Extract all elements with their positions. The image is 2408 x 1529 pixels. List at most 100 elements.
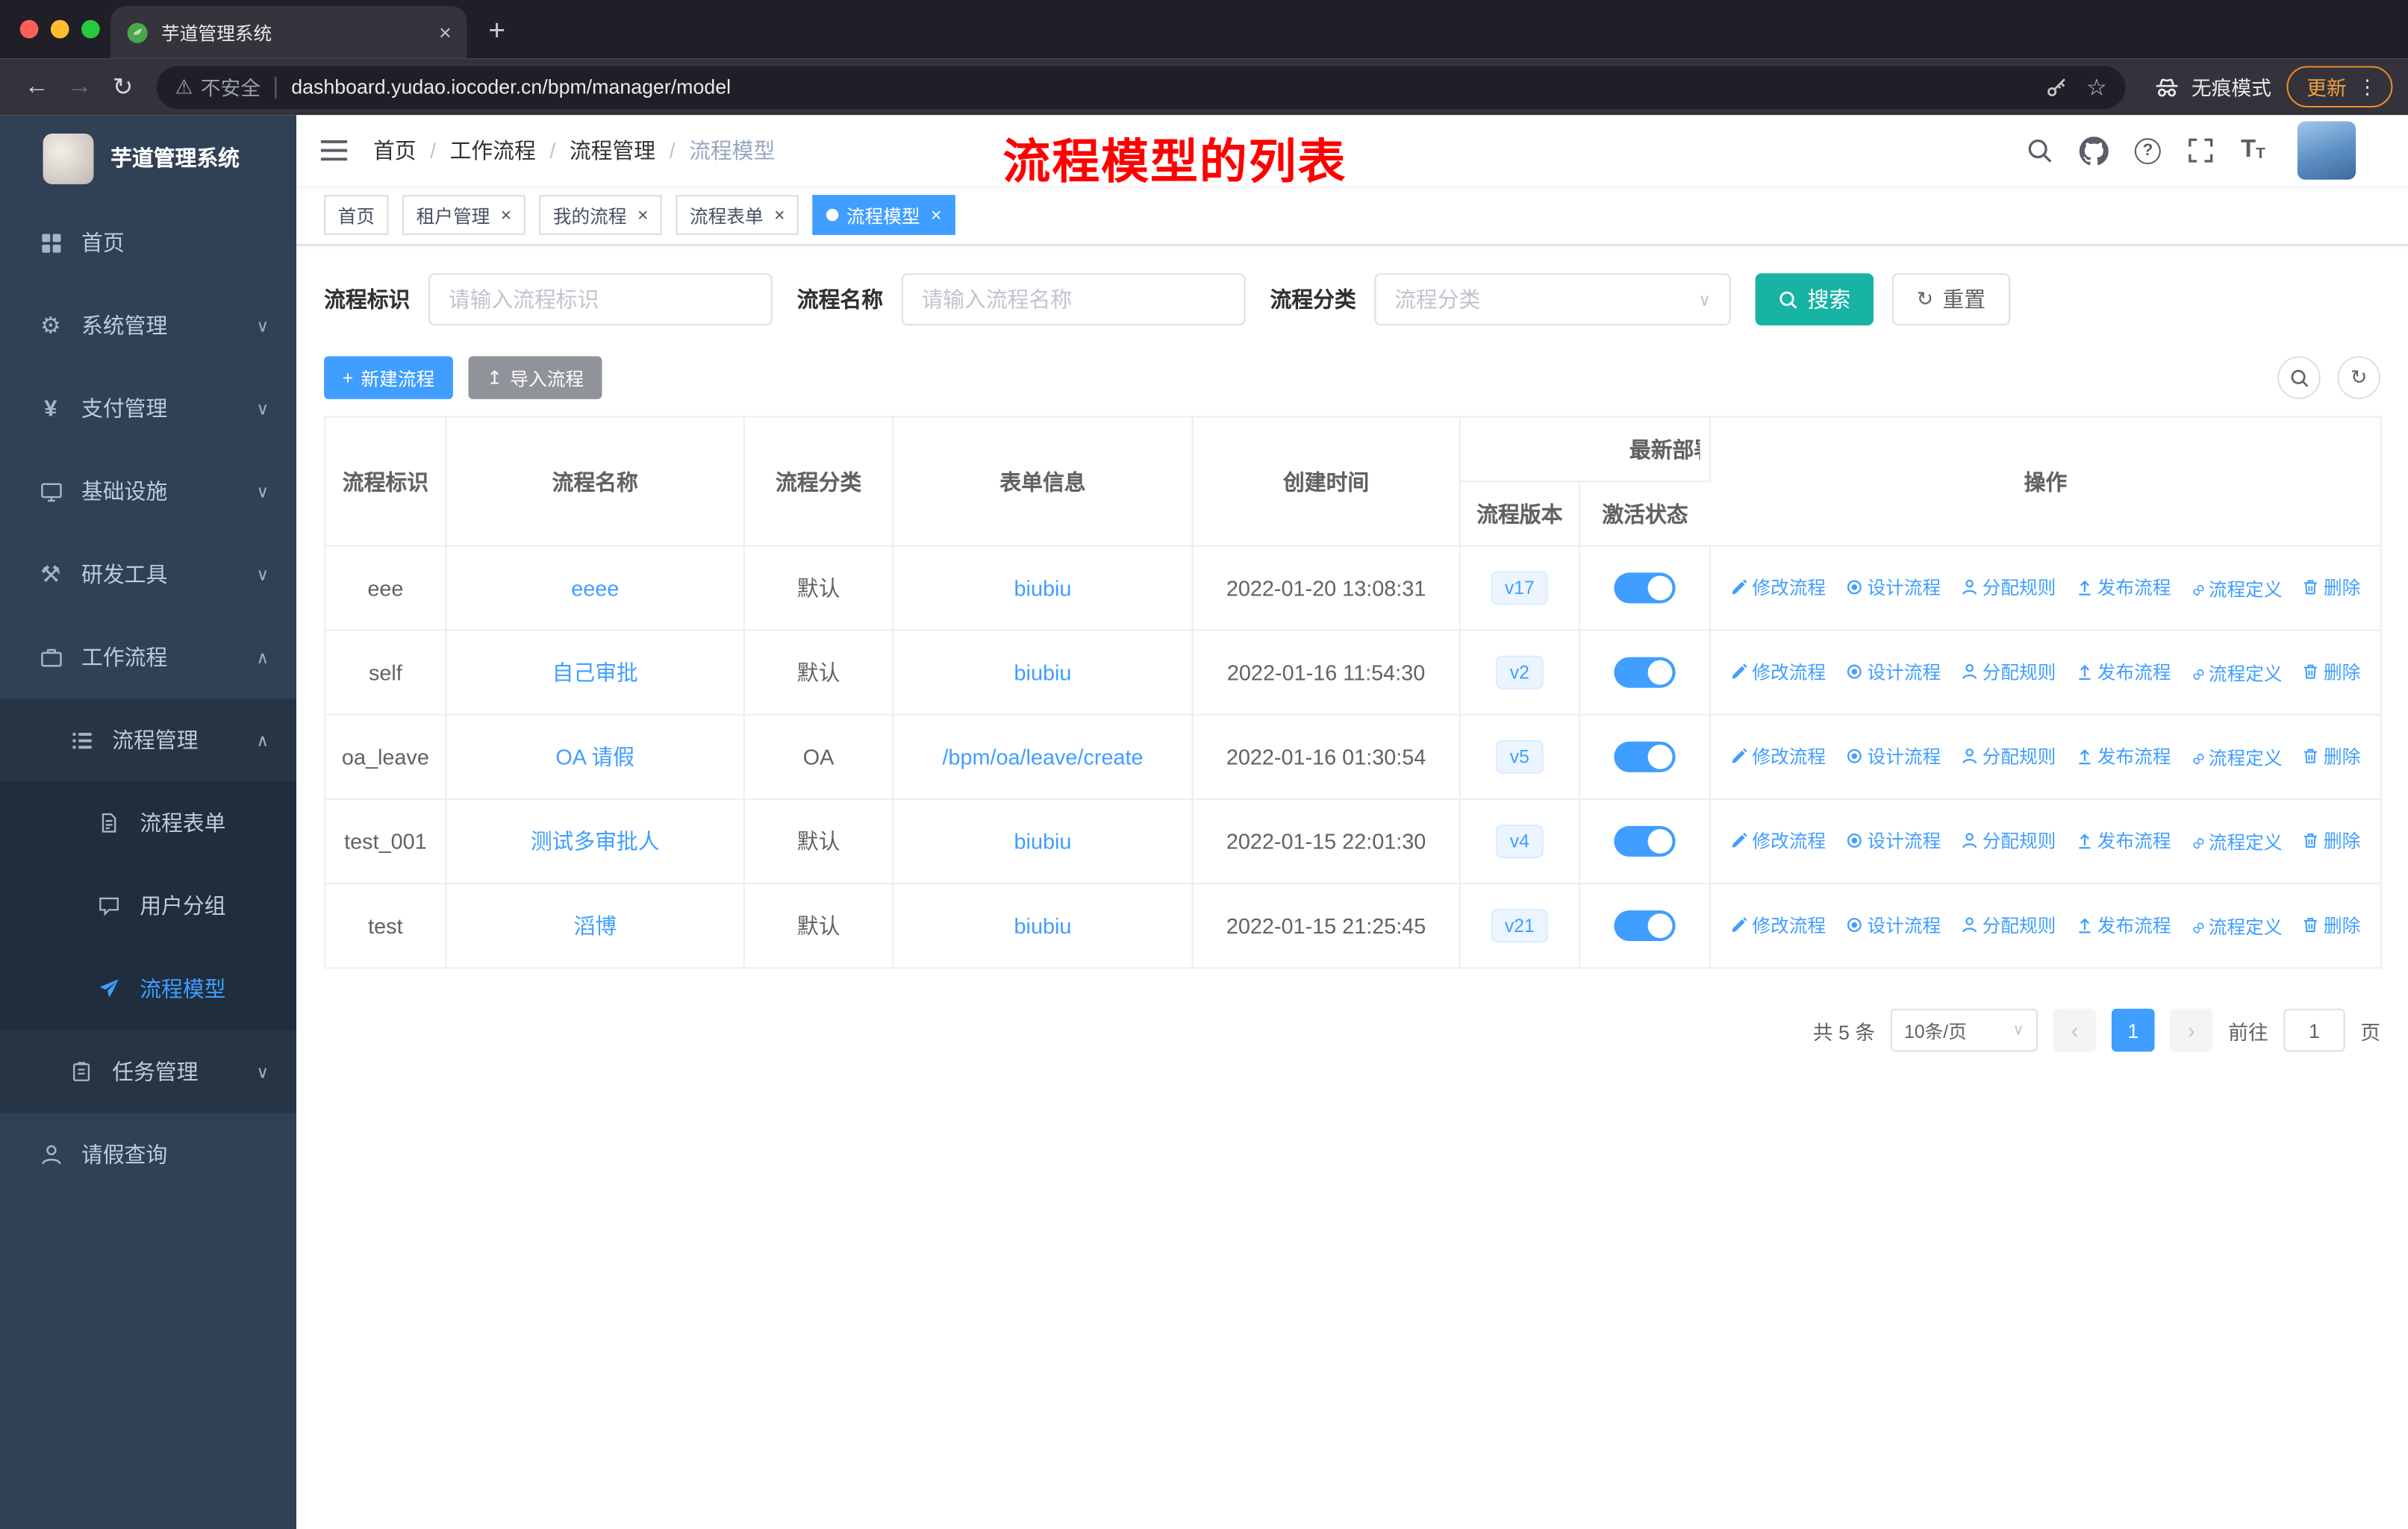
design-process-link[interactable]: 设计流程 [1846,742,1941,769]
process-name-link[interactable]: 测试多审批人 [531,829,660,854]
assign-rule-link[interactable]: 分配规则 [1961,912,2056,938]
close-icon[interactable]: × [637,204,648,226]
close-icon[interactable]: × [774,204,785,226]
update-button[interactable]: 更新 ⋮ [2286,66,2393,108]
sidebar-item-process-form[interactable]: 流程表单 [0,781,297,865]
publish-process-link[interactable]: 发布流程 [2076,912,2171,938]
minimize-window-button[interactable] [50,19,69,39]
browser-tab[interactable]: 芋道管理系统 × [110,6,467,59]
sidebar-item-task-management[interactable]: 任务管理 ∨ [0,1030,297,1113]
hamburger-icon[interactable] [319,138,349,163]
delete-link[interactable]: 删除 [2302,912,2360,938]
process-name-link[interactable]: OA 请假 [555,745,634,769]
tag-home[interactable]: 首页 [324,195,389,235]
page-number-1[interactable]: 1 [2111,1008,2155,1052]
design-process-link[interactable]: 设计流程 [1846,912,1941,938]
sidebar-item-system[interactable]: ⚙ 系统管理 ∨ [0,284,296,367]
delete-link[interactable]: 删除 [2302,574,2360,600]
active-toggle[interactable] [1614,741,1676,772]
delete-link[interactable]: 删除 [2302,742,2360,769]
refresh-icon[interactable]: ↻ [2337,356,2380,399]
security-label[interactable]: 不安全 [201,72,261,101]
avatar[interactable] [2297,121,2356,180]
sidebar-item-process-model[interactable]: 流程模型 [0,947,297,1031]
reset-button[interactable]: ↻ 重置 [1891,273,2010,326]
process-name-link[interactable]: 滔博 [573,913,617,938]
form-info-link[interactable]: biubiu [1014,913,1072,938]
publish-process-link[interactable]: 发布流程 [2076,827,2171,853]
edit-process-link[interactable]: 修改流程 [1731,742,1826,769]
process-key-input[interactable] [428,273,773,326]
design-process-link[interactable]: 设计流程 [1846,827,1941,853]
assign-rule-link[interactable]: 分配规则 [1961,827,2056,853]
delete-link[interactable]: 删除 [2302,658,2360,684]
forward-icon[interactable]: → [58,65,102,108]
search-icon[interactable] [2026,137,2053,164]
new-tab-button[interactable]: + [488,16,505,49]
assign-rule-link[interactable]: 分配规则 [1961,574,2056,600]
sidebar-item-user-group[interactable]: 用户分组 [0,864,297,948]
assign-rule-link[interactable]: 分配规则 [1961,658,2056,684]
assign-rule-link[interactable]: 分配规则 [1961,742,2056,769]
process-definition-link[interactable]: ∞ 流程定义 [2185,660,2282,687]
edit-process-link[interactable]: 修改流程 [1731,912,1826,938]
process-definition-link[interactable]: ∞ 流程定义 [2185,830,2282,856]
url-text[interactable]: dashboard.yudao.iocoder.cn/bpm/manager/m… [291,75,731,99]
sidebar-item-leave-query[interactable]: 请假查询 [0,1113,296,1196]
tag-process-form[interactable]: 流程表单 × [676,195,799,235]
process-definition-link[interactable]: ∞ 流程定义 [2185,914,2282,940]
form-info-link[interactable]: /bpm/oa/leave/create [942,745,1143,769]
key-icon[interactable] [2044,75,2068,99]
font-size-icon[interactable]: TT [2241,137,2265,163]
publish-process-link[interactable]: 发布流程 [2076,658,2171,684]
goto-page-input[interactable] [2283,1008,2345,1052]
sidebar-item-home[interactable]: 首页 [0,201,296,284]
process-definition-link[interactable]: ∞ 流程定义 [2185,745,2282,771]
address-bar[interactable]: ⚠ 不安全 dashboard.yudao.iocoder.cn/bpm/man… [156,65,2126,109]
process-name-link[interactable]: 自己审批 [552,660,638,685]
close-icon[interactable]: × [501,204,511,226]
sidebar-item-process-management[interactable]: 流程管理 ∧ [0,698,297,782]
close-icon[interactable]: × [931,204,941,226]
active-toggle[interactable] [1614,657,1676,688]
sidebar-item-infrastructure[interactable]: 基础设施 ∨ [0,450,296,533]
import-process-button[interactable]: ↥ 导入流程 [468,356,602,399]
sidebar-logo[interactable]: 芋道管理系统 [0,115,296,201]
search-button[interactable]: 搜索 [1755,273,1874,326]
create-process-button[interactable]: + 新建流程 [324,356,453,399]
tag-process-model[interactable]: 流程模型 × [812,195,955,235]
edit-process-link[interactable]: 修改流程 [1731,827,1826,853]
next-page-button[interactable]: › [2170,1008,2213,1052]
prev-page-button[interactable]: ‹ [2053,1008,2097,1052]
sidebar-item-payment[interactable]: ¥ 支付管理 ∨ [0,367,296,450]
design-process-link[interactable]: 设计流程 [1846,658,1941,684]
question-icon[interactable]: ? [2135,137,2161,164]
sidebar-item-devtools[interactable]: ⚒ 研发工具 ∨ [0,533,296,616]
edit-process-link[interactable]: 修改流程 [1731,658,1826,684]
active-toggle[interactable] [1614,825,1676,857]
zoom-window-button[interactable] [81,19,100,39]
back-icon[interactable]: ← [16,65,59,108]
tag-tenant-management[interactable]: 租户管理 × [402,195,525,235]
github-icon[interactable] [2079,136,2109,165]
edit-process-link[interactable]: 修改流程 [1731,574,1826,600]
process-definition-link[interactable]: ∞ 流程定义 [2185,576,2282,602]
delete-link[interactable]: 删除 [2302,827,2360,853]
tab-close-icon[interactable]: × [439,20,452,45]
reload-icon[interactable]: ↻ [102,65,145,108]
form-info-link[interactable]: biubiu [1014,660,1072,685]
publish-process-link[interactable]: 发布流程 [2076,742,2171,769]
form-info-link[interactable]: biubiu [1014,576,1072,601]
breadcrumb-process-management[interactable]: 流程管理 [570,135,655,166]
active-toggle[interactable] [1614,910,1676,942]
breadcrumb-home[interactable]: 首页 [373,135,417,166]
menu-dots-icon[interactable]: ⋮ [2357,75,2377,99]
show-search-icon[interactable] [2277,356,2321,399]
star-icon[interactable]: ☆ [2086,73,2107,101]
publish-process-link[interactable]: 发布流程 [2076,574,2171,600]
active-toggle[interactable] [1614,572,1676,604]
category-select[interactable]: 流程分类 ∨ [1374,273,1731,326]
tag-my-process[interactable]: 我的流程 × [539,195,662,235]
design-process-link[interactable]: 设计流程 [1846,574,1941,600]
page-size-select[interactable]: 10条/页 ∨ [1890,1008,2039,1052]
